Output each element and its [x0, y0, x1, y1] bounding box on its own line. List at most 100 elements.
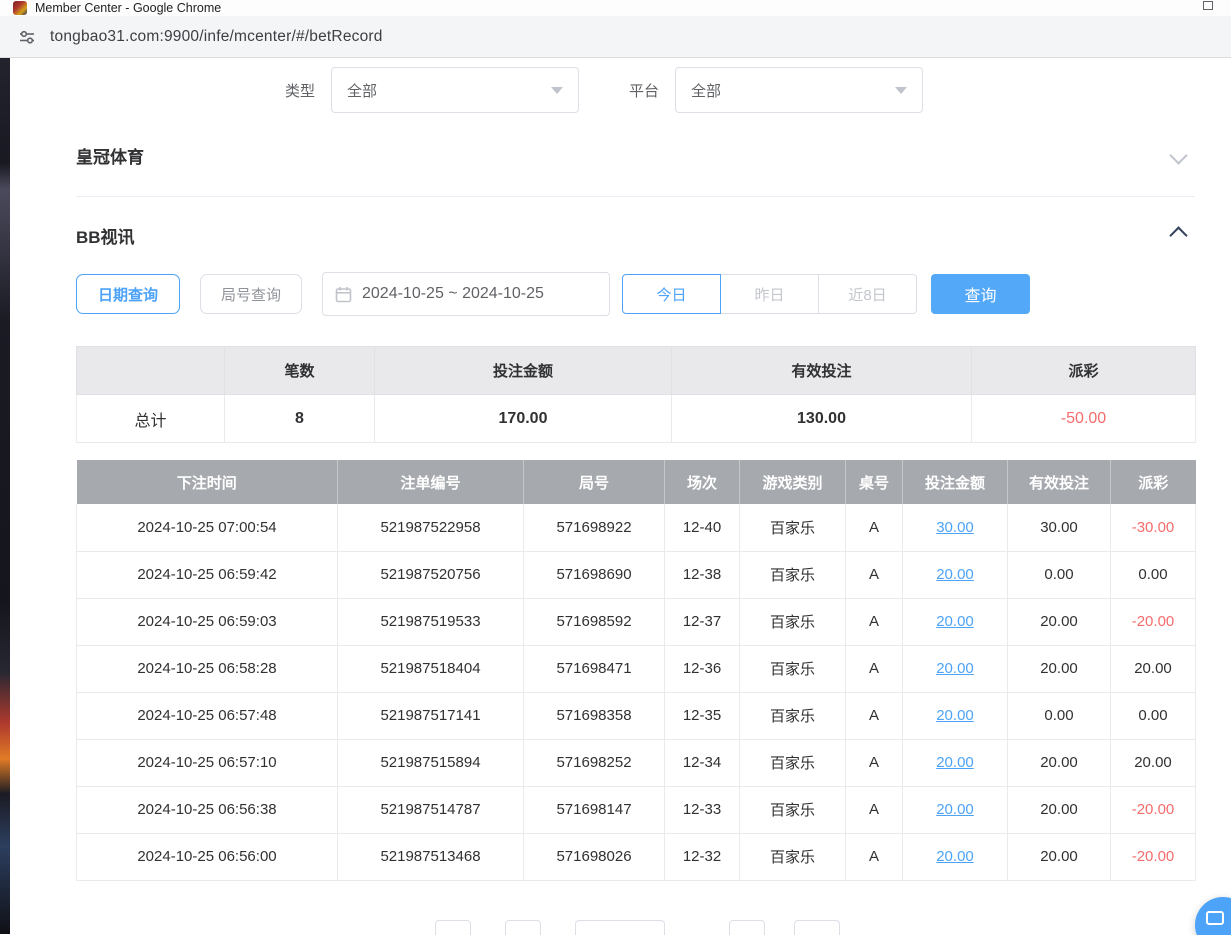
- cell-bet-amount[interactable]: 20.00: [903, 692, 1008, 739]
- date-range-picker[interactable]: 2024-10-25 ~ 2024-10-25: [322, 272, 610, 316]
- cell-valid-bet: 0.00: [1008, 551, 1111, 598]
- summary-total-label: 总计: [77, 395, 225, 443]
- summary-bet-amount: 170.00: [375, 395, 672, 443]
- cell-bet-amount[interactable]: 20.00: [903, 833, 1008, 880]
- search-button[interactable]: 查询: [931, 274, 1030, 314]
- cell-game-type: 百家乐: [740, 645, 846, 692]
- last-8-days-button[interactable]: 近8日: [818, 274, 917, 314]
- cell-bet-amount[interactable]: 20.00: [903, 739, 1008, 786]
- cell-session: 12-34: [665, 739, 740, 786]
- cell-order-id: 521987513468: [338, 833, 524, 880]
- pagination-jump-input[interactable]: [794, 920, 840, 935]
- pagination-prev-button[interactable]: [435, 920, 471, 935]
- cell-bet-amount[interactable]: 20.00: [903, 786, 1008, 833]
- summary-header-blank: [77, 347, 225, 395]
- app-favicon-icon: [13, 1, 27, 15]
- cell-round-id: 571698471: [524, 645, 665, 692]
- cell-bet-time: 2024-10-25 06:59:03: [77, 598, 338, 645]
- bet-amount-link[interactable]: 20.00: [936, 660, 974, 677]
- pagination-page-button[interactable]: [505, 920, 541, 935]
- date-query-tab[interactable]: 日期查询: [76, 274, 180, 314]
- cell-bet-amount[interactable]: 20.00: [903, 598, 1008, 645]
- browser-titlebar: Member Center - Google Chrome: [0, 0, 1231, 16]
- window-title: Member Center - Google Chrome: [35, 1, 221, 15]
- bet-records-table: 下注时间注单编号局号场次游戏类别桌号投注金额有效投注派彩 2024-10-25 …: [76, 460, 1196, 881]
- bet-amount-link[interactable]: 20.00: [936, 801, 974, 818]
- cell-table-no: A: [846, 739, 903, 786]
- bet-amount-link[interactable]: 20.00: [936, 566, 974, 583]
- table-row: 2024-10-25 07:00:54521987522958571698922…: [77, 504, 1196, 551]
- address-bar[interactable]: tongbao31.com:9900/infe/mcenter/#/betRec…: [50, 28, 383, 46]
- cell-round-id: 571698026: [524, 833, 665, 880]
- cell-valid-bet: 20.00: [1008, 598, 1111, 645]
- cell-payout: -20.00: [1111, 833, 1196, 880]
- cell-order-id: 521987515894: [338, 739, 524, 786]
- cell-bet-time: 2024-10-25 07:00:54: [77, 504, 338, 551]
- cell-valid-bet: 20.00: [1008, 645, 1111, 692]
- chat-icon: [1206, 911, 1224, 925]
- query-bar: 日期查询 局号查询 2024-10-25 ~ 2024-10-25 今日 昨日 …: [76, 272, 1195, 316]
- cell-bet-amount[interactable]: 20.00: [903, 645, 1008, 692]
- filter-row: 类型 全部 平台 全部: [285, 67, 1195, 113]
- bet-amount-link[interactable]: 20.00: [936, 754, 974, 771]
- table-row: 2024-10-25 06:56:00521987513468571698026…: [77, 833, 1196, 880]
- chevron-up-icon[interactable]: [1169, 226, 1187, 244]
- cell-bet-amount[interactable]: 30.00: [903, 504, 1008, 551]
- chevron-down-icon: [895, 87, 907, 94]
- header-session: 场次: [665, 460, 740, 504]
- chevron-down-icon: [551, 87, 563, 94]
- cell-session: 12-32: [665, 833, 740, 880]
- chevron-down-icon[interactable]: [1169, 146, 1187, 164]
- bet-amount-link[interactable]: 20.00: [936, 848, 974, 865]
- restore-window-icon[interactable]: [1203, 1, 1213, 10]
- cell-order-id: 521987519533: [338, 598, 524, 645]
- pagination-next-button[interactable]: [729, 920, 765, 935]
- cell-order-id: 521987514787: [338, 786, 524, 833]
- cell-game-type: 百家乐: [740, 833, 846, 880]
- pagination: [435, 920, 840, 935]
- cell-payout: 20.00: [1111, 739, 1196, 786]
- cell-game-type: 百家乐: [740, 786, 846, 833]
- bet-table-header-row: 下注时间注单编号局号场次游戏类别桌号投注金额有效投注派彩: [77, 460, 1196, 504]
- section-crown-sports[interactable]: 皇冠体育: [76, 143, 1195, 197]
- calendar-icon: [335, 286, 352, 303]
- site-info-icon[interactable]: [18, 28, 36, 46]
- date-range-value: 2024-10-25 ~ 2024-10-25: [362, 285, 544, 303]
- summary-header-payout: 派彩: [972, 347, 1196, 395]
- type-filter-label: 类型: [285, 80, 315, 101]
- cell-bet-amount[interactable]: 20.00: [903, 551, 1008, 598]
- cell-valid-bet: 20.00: [1008, 786, 1111, 833]
- bet-table-body: 2024-10-25 07:00:54521987522958571698922…: [77, 504, 1196, 880]
- table-row: 2024-10-25 06:59:03521987519533571698592…: [77, 598, 1196, 645]
- cell-game-type: 百家乐: [740, 504, 846, 551]
- summary-total-row: 总计 8 170.00 130.00 -50.00: [77, 395, 1196, 443]
- cell-round-id: 571698922: [524, 504, 665, 551]
- platform-select[interactable]: 全部: [675, 67, 923, 113]
- header-game-type: 游戏类别: [740, 460, 846, 504]
- browser-urlbar: tongbao31.com:9900/infe/mcenter/#/betRec…: [0, 16, 1231, 58]
- cell-round-id: 571698690: [524, 551, 665, 598]
- cell-session: 12-38: [665, 551, 740, 598]
- yesterday-button[interactable]: 昨日: [720, 274, 819, 314]
- cell-round-id: 571698147: [524, 786, 665, 833]
- bet-amount-link[interactable]: 20.00: [936, 613, 974, 630]
- cell-valid-bet: 30.00: [1008, 504, 1111, 551]
- today-button[interactable]: 今日: [622, 274, 721, 314]
- type-select[interactable]: 全部: [331, 67, 579, 113]
- cell-table-no: A: [846, 598, 903, 645]
- cell-payout: 0.00: [1111, 692, 1196, 739]
- platform-filter-label: 平台: [629, 80, 659, 101]
- table-row: 2024-10-25 06:56:38521987514787571698147…: [77, 786, 1196, 833]
- section-bb-video[interactable]: BB视讯: [76, 223, 1195, 248]
- cell-table-no: A: [846, 692, 903, 739]
- pagination-size-select[interactable]: [575, 920, 665, 935]
- cell-table-no: A: [846, 786, 903, 833]
- table-row: 2024-10-25 06:57:48521987517141571698358…: [77, 692, 1196, 739]
- cell-payout: -20.00: [1111, 598, 1196, 645]
- round-query-tab[interactable]: 局号查询: [200, 274, 302, 314]
- bet-amount-link[interactable]: 20.00: [936, 707, 974, 724]
- bet-amount-link[interactable]: 30.00: [936, 519, 974, 536]
- cell-bet-time: 2024-10-25 06:58:28: [77, 645, 338, 692]
- cell-game-type: 百家乐: [740, 739, 846, 786]
- summary-header-bet-amount: 投注金额: [375, 347, 672, 395]
